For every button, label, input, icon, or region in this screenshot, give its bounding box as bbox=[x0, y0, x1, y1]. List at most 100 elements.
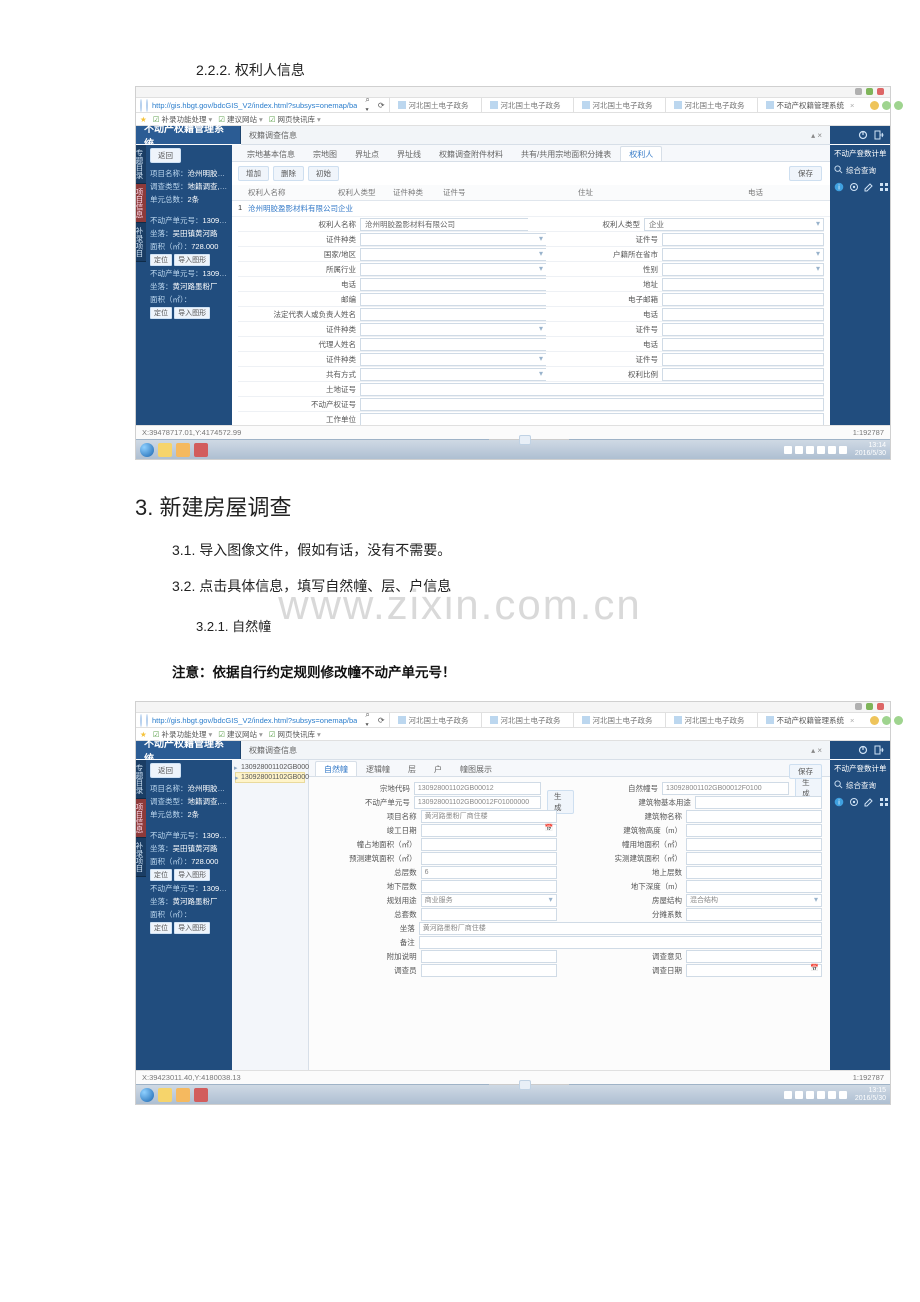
side-tab[interactable]: 补录项目 bbox=[136, 223, 146, 262]
back-icon[interactable] bbox=[140, 99, 142, 112]
forward-icon[interactable] bbox=[146, 714, 148, 727]
form-input[interactable] bbox=[686, 866, 822, 879]
share-ratio-input[interactable] bbox=[662, 368, 824, 381]
win-minimize-icon[interactable] bbox=[855, 703, 862, 710]
gear-icon[interactable] bbox=[849, 182, 859, 192]
legal-rep-idtype-select[interactable] bbox=[360, 323, 546, 336]
form-input[interactable]: 黄河路墨粉厂商住楼 bbox=[421, 810, 557, 823]
locate-button[interactable]: 定位 bbox=[150, 307, 172, 319]
tab[interactable]: 权籍调查附件材料 bbox=[430, 146, 512, 161]
gear-icon[interactable] bbox=[849, 797, 859, 807]
browser-tab[interactable]: 河北国土电子政务 bbox=[481, 713, 569, 727]
form-input[interactable]: 130928001102GB00012F01000000 bbox=[414, 796, 541, 809]
dialog-control-icons[interactable]: ▴ × bbox=[811, 131, 822, 140]
agent-idtype-select[interactable] bbox=[360, 353, 546, 366]
agent-name-input[interactable] bbox=[360, 338, 546, 351]
back-button[interactable]: 返回 bbox=[150, 763, 181, 778]
form-input[interactable] bbox=[686, 950, 822, 963]
system-tray[interactable] bbox=[784, 1091, 847, 1099]
add-button[interactable]: 增加 bbox=[238, 166, 269, 181]
taskbar-icon[interactable] bbox=[158, 1088, 172, 1102]
form-input[interactable] bbox=[421, 838, 557, 851]
province-select[interactable] bbox=[662, 248, 824, 261]
taskbar-clock[interactable]: 13:152016/5/30 bbox=[851, 1087, 886, 1103]
agent-phone-input[interactable] bbox=[662, 338, 824, 351]
form-input[interactable] bbox=[686, 810, 822, 823]
form-input[interactable]: 130928001102GB00012F0100 bbox=[662, 782, 789, 795]
table-row[interactable]: 1 沧州明胶盈影材料有限公司 企业 bbox=[232, 201, 830, 217]
power-icon[interactable] bbox=[858, 745, 868, 755]
tab[interactable]: 共有/共用宗地面积分摊表 bbox=[512, 146, 620, 161]
info-icon[interactable]: i bbox=[834, 182, 844, 192]
browser-tab[interactable]: 河北国土电子政务 bbox=[389, 98, 477, 112]
email-input[interactable] bbox=[662, 293, 824, 306]
work-unit-input[interactable] bbox=[360, 413, 824, 426]
industry-select[interactable] bbox=[360, 263, 546, 276]
init-button[interactable]: 初始 bbox=[308, 166, 339, 181]
fav-link[interactable]: ☑网页快讯库 bbox=[269, 114, 321, 125]
form-input[interactable] bbox=[686, 964, 822, 977]
taskbar-icon[interactable] bbox=[194, 1088, 208, 1102]
power-icon[interactable] bbox=[858, 130, 868, 140]
form-input[interactable] bbox=[421, 908, 557, 921]
info-icon[interactable]: i bbox=[834, 797, 844, 807]
back-button[interactable]: 返回 bbox=[150, 148, 181, 163]
win-maximize-icon[interactable] bbox=[866, 88, 873, 95]
form-input[interactable]: 商业服务 bbox=[421, 894, 557, 907]
legal-rep-idnum-input[interactable] bbox=[662, 323, 824, 336]
zoom-slider[interactable] bbox=[519, 435, 531, 445]
side-tab-active[interactable]: 项目信息 bbox=[136, 184, 146, 223]
browser-tab[interactable]: 河北国土电子政务 bbox=[389, 713, 477, 727]
phone-input[interactable] bbox=[360, 278, 546, 291]
form-input[interactable] bbox=[421, 852, 557, 865]
tab[interactable]: 界址线 bbox=[388, 146, 430, 161]
tab[interactable]: 界址点 bbox=[346, 146, 388, 161]
logout-icon[interactable] bbox=[874, 745, 884, 755]
import-graphic-button[interactable]: 导入图形 bbox=[174, 922, 210, 934]
gender-select[interactable] bbox=[662, 263, 824, 276]
tab-close-icon[interactable]: × bbox=[850, 101, 854, 110]
save-button[interactable]: 保存 bbox=[789, 764, 822, 779]
search-link[interactable]: 综合查询 bbox=[830, 777, 890, 794]
form-input[interactable] bbox=[421, 880, 557, 893]
address-input[interactable] bbox=[662, 278, 824, 291]
tab-active[interactable]: 自然幢 bbox=[315, 761, 357, 776]
legal-rep-phone-input[interactable] bbox=[662, 308, 824, 321]
browser-tab[interactable]: 河北国土电子政务 bbox=[665, 713, 753, 727]
delete-button[interactable]: 删除 bbox=[273, 166, 304, 181]
back-icon[interactable] bbox=[140, 714, 142, 727]
win-close-icon[interactable] bbox=[877, 703, 884, 710]
tab[interactable]: 宗地基本信息 bbox=[238, 146, 304, 161]
agent-idnum-input[interactable] bbox=[662, 353, 824, 366]
tab[interactable]: 幢图展示 bbox=[451, 761, 501, 776]
id-number-input[interactable] bbox=[662, 233, 824, 246]
tab[interactable]: 宗地图 bbox=[304, 146, 346, 161]
locate-button[interactable]: 定位 bbox=[150, 254, 172, 266]
zoom-slider[interactable] bbox=[519, 1080, 531, 1090]
refresh-icon[interactable]: ⟳ bbox=[378, 716, 385, 725]
postcode-input[interactable] bbox=[360, 293, 546, 306]
id-type-select[interactable] bbox=[360, 233, 546, 246]
taskbar-icon[interactable] bbox=[158, 443, 172, 457]
tab-active[interactable]: 权利人 bbox=[620, 146, 662, 161]
dialog-control-icons[interactable]: ▴ × bbox=[811, 746, 822, 755]
form-input[interactable] bbox=[421, 950, 557, 963]
tools-icon[interactable] bbox=[894, 101, 903, 110]
favorites-icon[interactable] bbox=[882, 716, 891, 725]
taskbar-icon[interactable] bbox=[194, 443, 208, 457]
start-button[interactable] bbox=[140, 443, 154, 457]
forward-icon[interactable] bbox=[146, 99, 148, 112]
url-input[interactable]: http://gis.hbgt.gov/bdcGIS_V2/index.html… bbox=[152, 716, 357, 725]
share-mode-select[interactable] bbox=[360, 368, 546, 381]
tab[interactable]: 逻辑幢 bbox=[357, 761, 399, 776]
tab[interactable]: 户 bbox=[425, 761, 451, 776]
locate-button[interactable]: 定位 bbox=[150, 922, 172, 934]
taskbar-icon[interactable] bbox=[176, 443, 190, 457]
home-icon[interactable] bbox=[870, 716, 879, 725]
form-input[interactable] bbox=[421, 824, 557, 837]
grid-icon[interactable] bbox=[879, 182, 889, 192]
refresh-icon[interactable]: ⟳ bbox=[378, 101, 385, 110]
form-input[interactable]: 黄河路墨粉厂商住楼 bbox=[419, 922, 822, 935]
browser-tab[interactable]: 河北国土电子政务 bbox=[665, 98, 753, 112]
import-graphic-button[interactable]: 导入图形 bbox=[174, 254, 210, 266]
